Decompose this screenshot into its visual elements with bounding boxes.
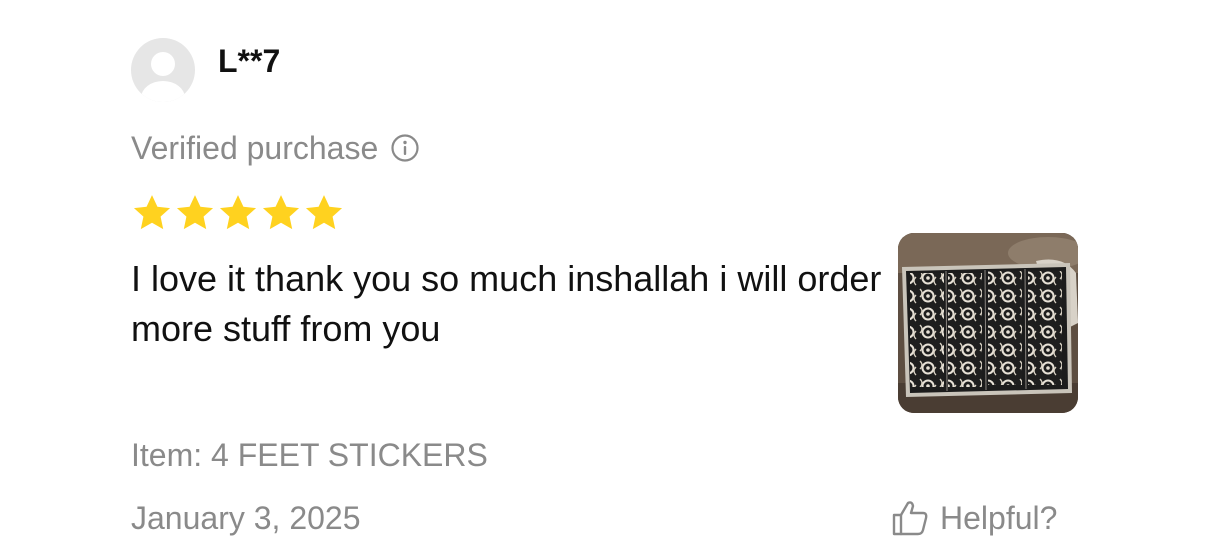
avatar-head bbox=[151, 52, 175, 76]
star-icon bbox=[133, 195, 171, 230]
helpful-label: Helpful? bbox=[940, 499, 1058, 536]
star-icon bbox=[305, 195, 343, 230]
helpful-button[interactable]: Helpful? bbox=[890, 496, 1057, 540]
review-date: January 3, 2025 bbox=[131, 500, 361, 536]
star-icon bbox=[219, 195, 257, 230]
reviewer-name[interactable]: L**7 bbox=[218, 41, 280, 81]
avatar-shoulders bbox=[141, 81, 185, 102]
info-icon[interactable] bbox=[390, 133, 420, 163]
review-photo[interactable] bbox=[898, 233, 1078, 413]
avatar[interactable] bbox=[131, 38, 195, 102]
review-photo-image bbox=[898, 233, 1078, 413]
verified-purchase-label: Verified purchase bbox=[131, 129, 379, 166]
star-rating bbox=[131, 192, 345, 236]
thumbs-up-icon bbox=[892, 501, 928, 536]
star-icon bbox=[176, 195, 214, 230]
review-text: I love it thank you so much inshallah i … bbox=[131, 258, 882, 349]
verified-purchase: Verified purchase bbox=[131, 127, 420, 169]
item-label: Item: 4 FEET STICKERS bbox=[131, 437, 488, 473]
star-icon bbox=[262, 195, 300, 230]
